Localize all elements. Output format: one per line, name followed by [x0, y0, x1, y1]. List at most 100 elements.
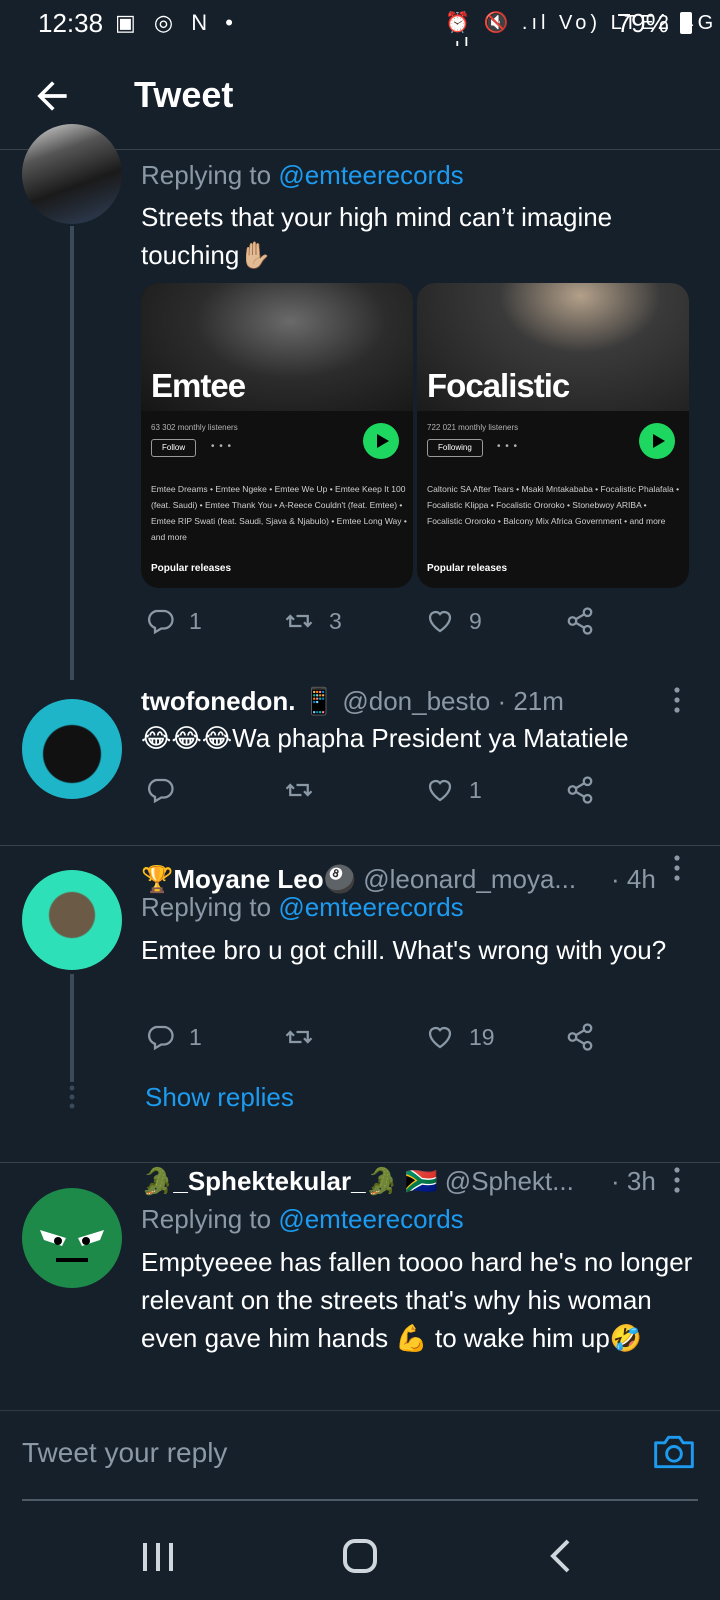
- timestamp: · 3h: [611, 1166, 656, 1196]
- tweet-2[interactable]: twofonedon. 📱 @don_besto · 21m 😂😂😂Wa pha…: [0, 686, 720, 846]
- battery-indicator: 79%: [617, 8, 692, 39]
- like-button[interactable]: 9: [425, 606, 482, 636]
- retweet-icon: [285, 614, 313, 628]
- tweet-text: Emptyeeee has fallen toooo hard he's no …: [141, 1247, 693, 1353]
- retweet-icon: [285, 783, 313, 797]
- spotify-card-emtee[interactable]: Emtee 63 302 monthly listeners Follow • …: [141, 283, 413, 588]
- avatar[interactable]: [22, 1188, 122, 1288]
- reply-input[interactable]: Tweet your reply: [22, 1437, 227, 1469]
- back-button[interactable]: [30, 74, 80, 124]
- tweet-header: twofonedon. 📱 @don_besto · 21m: [141, 686, 564, 716]
- thread-line: [70, 974, 74, 1082]
- card-listeners: 63 302 monthly listeners: [151, 423, 238, 432]
- replying-to: Replying to @emteerecords: [141, 892, 464, 922]
- card-listeners: 722 021 monthly listeners: [427, 423, 519, 432]
- reply-icon: [148, 778, 174, 804]
- reply-button[interactable]: [145, 775, 175, 805]
- card-more-icon: • • •: [211, 441, 233, 452]
- avatar[interactable]: [22, 870, 122, 970]
- handle: @don_besto: [342, 686, 491, 716]
- battery-percent: 79%: [616, 8, 669, 38]
- like-count: 9: [469, 607, 482, 634]
- retweet-button[interactable]: [283, 775, 315, 805]
- reply-handle-link[interactable]: @emteerecords: [278, 892, 463, 922]
- tweet-actions: 1: [141, 775, 611, 815]
- camera-button[interactable]: [652, 1431, 696, 1473]
- system-back-button[interactable]: [548, 1538, 572, 1579]
- tweet-text: 😂😂😂Wa phapha President ya Matatiele: [141, 723, 629, 753]
- reply-handle-link[interactable]: @emteerecords: [278, 1204, 463, 1234]
- reply-count: 1: [189, 1023, 202, 1050]
- avatar[interactable]: [22, 124, 122, 224]
- play-icon: [363, 423, 399, 459]
- reply-button[interactable]: 1: [145, 1022, 202, 1052]
- system-nav-bar: [0, 1502, 720, 1600]
- card-following-button: Following: [427, 439, 483, 457]
- card-follow-button: Follow: [151, 439, 197, 457]
- tweet-actions: 1 3 9: [141, 606, 611, 646]
- like-count: 1: [469, 776, 482, 803]
- reply-bar: Tweet your reply: [0, 1410, 720, 1502]
- more-options-icon[interactable]: [672, 854, 692, 884]
- divider: [0, 845, 720, 846]
- play-icon: [639, 423, 675, 459]
- arrow-left-icon: [37, 81, 67, 111]
- tweet-text: Streets that your high mind can’t imagin…: [141, 202, 613, 270]
- tweet-1[interactable]: Replying to @emteerecords Streets that y…: [0, 124, 720, 680]
- thread-line: [70, 226, 74, 680]
- like-button[interactable]: 1: [425, 775, 482, 805]
- more-options-icon[interactable]: [672, 686, 692, 716]
- card-popular-label: Popular releases: [427, 563, 508, 574]
- avatar-face: [40, 1230, 104, 1262]
- tweet-4[interactable]: 🐊_Sphektekular_🐊 🇿🇦 @Sphekt... · 3h Repl…: [0, 1166, 720, 1410]
- tweet-actions: 1 19: [141, 1022, 611, 1062]
- show-replies-link[interactable]: Show replies: [145, 1082, 294, 1113]
- like-button[interactable]: 19: [425, 1022, 495, 1052]
- chevron-left-icon: [550, 1539, 570, 1573]
- notification-icons: ▣ ◎ N •: [115, 10, 239, 35]
- heart-icon: [428, 610, 452, 633]
- divider: [0, 1162, 720, 1163]
- media-grid[interactable]: Emtee 63 302 monthly listeners Follow • …: [141, 283, 699, 588]
- display-name[interactable]: 🐊_Sphektekular_🐊 🇿🇦: [141, 1166, 438, 1196]
- card-track-list: Emtee Dreams • Emtee Ngeke • Emtee We Up…: [151, 484, 407, 542]
- share-button[interactable]: [565, 1022, 595, 1052]
- tweet-text: Emtee bro u got chill. What's wrong with…: [141, 935, 667, 965]
- share-icon: [567, 776, 593, 804]
- retweet-count: 3: [329, 607, 342, 634]
- reply-handle-link[interactable]: @emteerecords: [278, 160, 463, 190]
- home-button[interactable]: [342, 1538, 378, 1579]
- camera-icon: [654, 1435, 694, 1469]
- thread-dots-icon: [68, 1085, 76, 1114]
- reply-button[interactable]: 1: [145, 606, 202, 636]
- battery-icon: [680, 12, 692, 34]
- recent-apps-icon: [143, 1543, 173, 1571]
- share-button[interactable]: [565, 775, 595, 805]
- retweet-icon: [285, 1030, 313, 1044]
- page-title: Tweet: [134, 74, 234, 115]
- spotify-card-focalistic[interactable]: Focalistic 722 021 monthly listeners Fol…: [417, 283, 689, 588]
- timestamp: · 21m: [497, 686, 564, 716]
- retweet-button[interactable]: 3: [283, 606, 342, 636]
- share-icon: [567, 607, 593, 635]
- retweet-button[interactable]: [283, 1022, 315, 1052]
- input-underline: [22, 1499, 698, 1501]
- card-artist-name: Emtee: [151, 367, 246, 404]
- avatar[interactable]: [22, 699, 122, 799]
- card-artist-name: Focalistic: [427, 367, 570, 404]
- top-app-bar: Tweet: [0, 46, 720, 150]
- share-button[interactable]: [565, 606, 595, 636]
- tweet-header: 🐊_Sphektekular_🐊 🇿🇦 @Sphekt... · 3h: [141, 1166, 661, 1196]
- like-count: 19: [469, 1023, 495, 1050]
- replying-to: Replying to @emteerecords: [141, 1204, 464, 1234]
- card-popular-label: Popular releases: [151, 563, 232, 574]
- recent-apps-button[interactable]: [140, 1540, 176, 1579]
- status-bar: 12:38 ▣ ◎ N • ⏰ 🔇 .ıl Vo) LTE2 4G .ıl 79…: [0, 0, 720, 57]
- heart-icon: [428, 779, 452, 802]
- display-name[interactable]: twofonedon. 📱: [141, 686, 335, 716]
- tweet-3[interactable]: 🏆Moyane Leo🎱 @leonard_moya... · 4h Reply…: [0, 852, 720, 1152]
- more-options-icon[interactable]: [672, 1166, 692, 1196]
- timestamp: · 4h: [611, 864, 656, 894]
- reply-count: 1: [189, 607, 202, 634]
- card-track-list: Caltonic SA After Tears • Msaki Mntakaba…: [427, 484, 680, 526]
